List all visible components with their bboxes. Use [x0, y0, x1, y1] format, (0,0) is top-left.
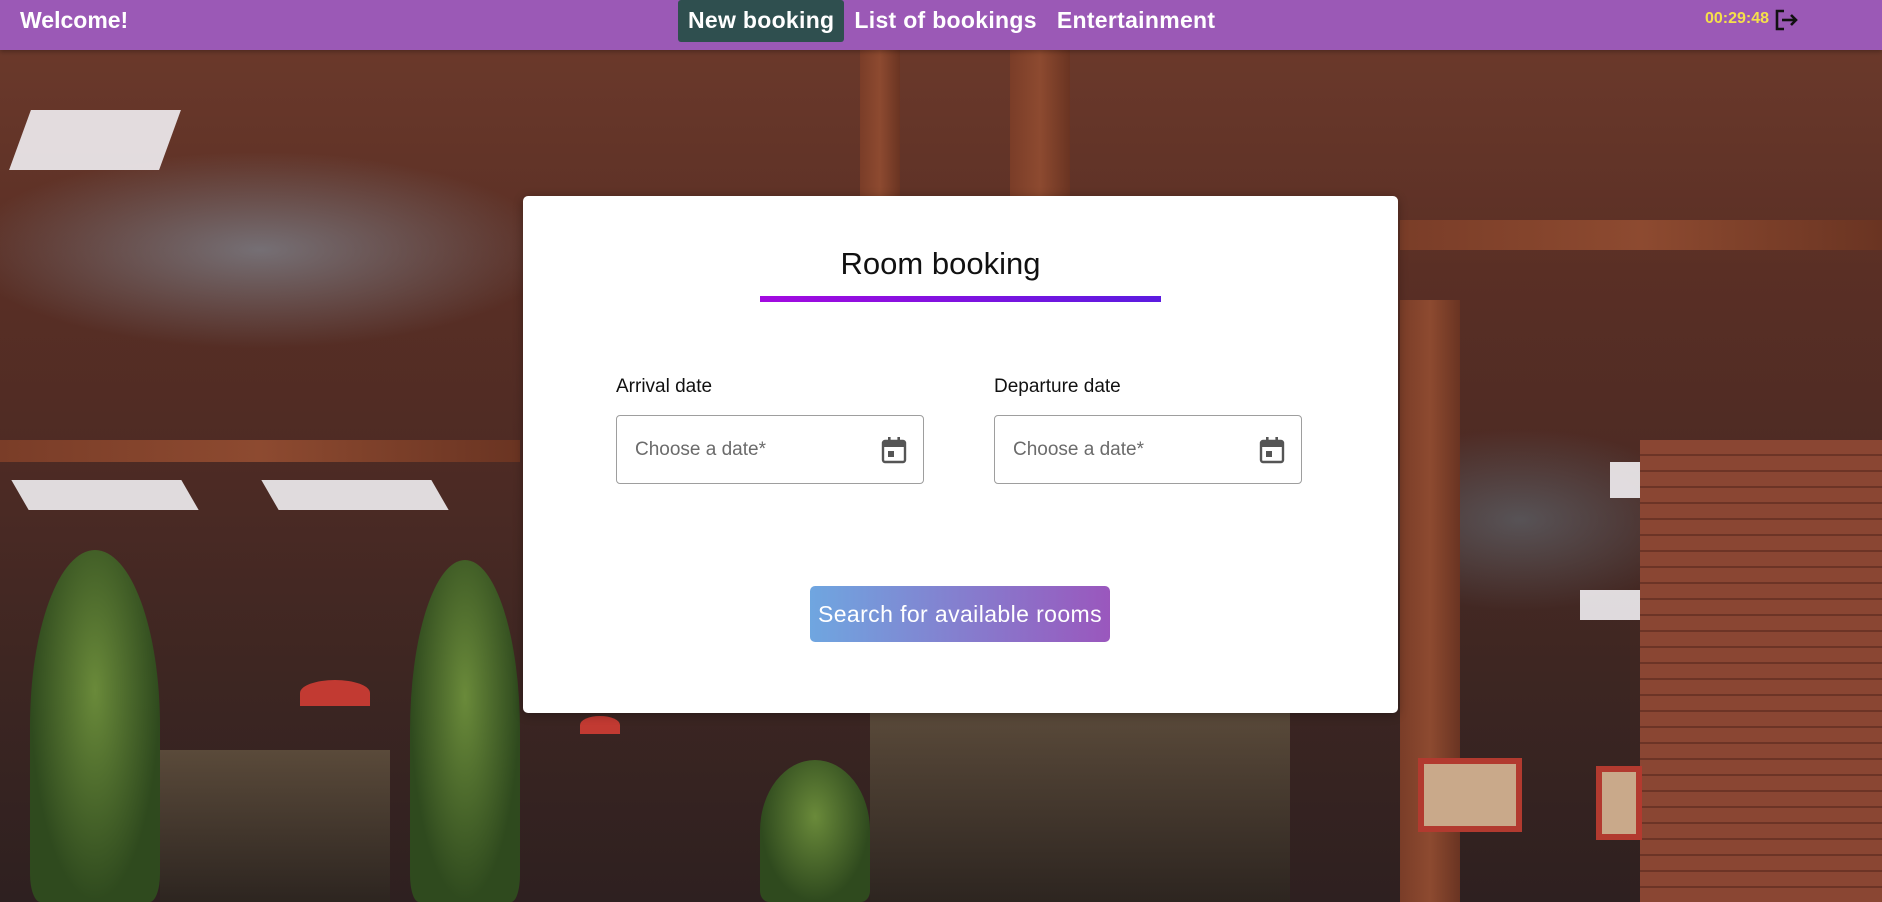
nav-entertainment[interactable]: Entertainment: [1047, 0, 1226, 42]
departure-date-input[interactable]: [1013, 416, 1243, 483]
calendar-icon[interactable]: [1259, 436, 1285, 464]
room-booking-card: Room booking Arrival date Departure date: [523, 196, 1398, 713]
search-rooms-button[interactable]: Search for available rooms: [810, 586, 1110, 642]
title-underline: [760, 296, 1161, 302]
departure-date-field[interactable]: [994, 415, 1302, 484]
departure-date-label: Departure date: [994, 376, 1121, 397]
booking-page: Welcome! New booking List of bookings En…: [0, 0, 1882, 902]
nav-list-of-bookings[interactable]: List of bookings: [844, 0, 1046, 42]
arrival-date-field[interactable]: [616, 415, 924, 484]
session-timer: 00:29:48: [1705, 10, 1770, 27]
main-nav: New booking List of bookings Entertainme…: [678, 0, 1225, 42]
welcome-text: Welcome!: [20, 7, 129, 33]
logout-icon[interactable]: [1774, 8, 1800, 32]
top-navbar: Welcome! New booking List of bookings En…: [0, 0, 1882, 50]
nav-new-booking[interactable]: New booking: [678, 0, 845, 42]
calendar-icon[interactable]: [881, 436, 907, 464]
arrival-date-label: Arrival date: [616, 376, 713, 397]
arrival-date-input[interactable]: [635, 416, 865, 483]
page-title: Room booking: [840, 246, 1041, 281]
